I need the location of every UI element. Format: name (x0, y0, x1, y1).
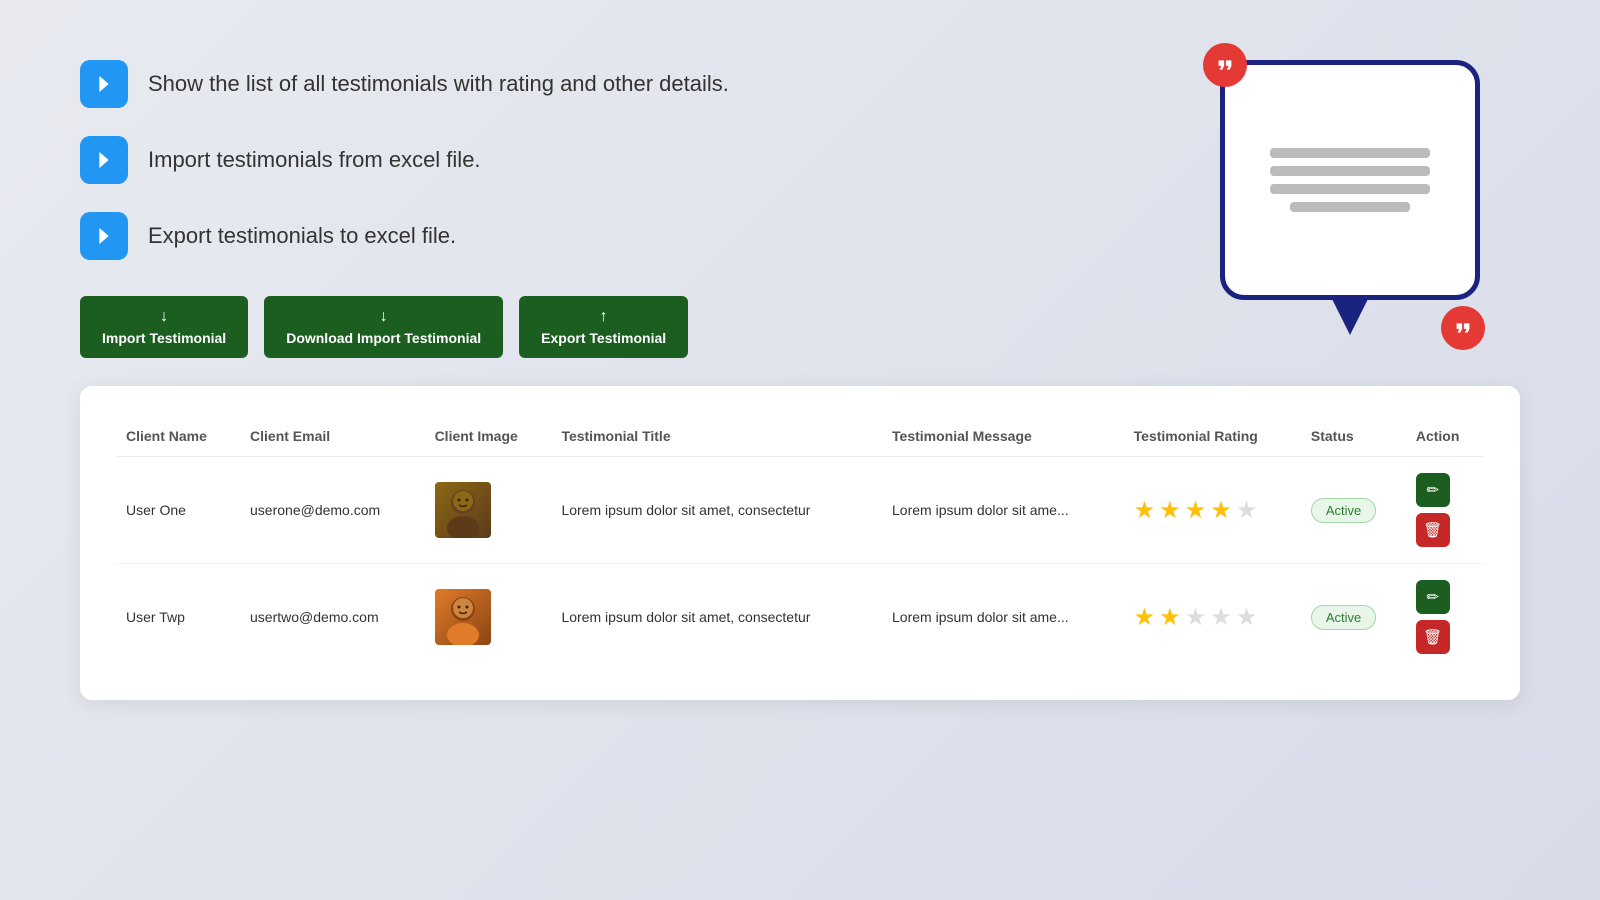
col-client-email: Client Email (240, 416, 425, 457)
status-badge-2: Active (1311, 605, 1376, 630)
bubble-line-3 (1270, 184, 1430, 194)
avatar-1 (435, 482, 491, 538)
export-label: Export Testimonial (541, 330, 666, 346)
col-client-image: Client Image (425, 416, 552, 457)
download-label: Download Import Testimonial (286, 330, 481, 346)
star-2-4: ★ (1210, 603, 1232, 632)
bubble-line-4 (1290, 202, 1410, 212)
testimonial-title-2: Lorem ipsum dolor sit amet, consectetur (551, 564, 882, 671)
feature-item-3: Export testimonials to excel file. (80, 212, 880, 260)
action-1: ✏ 🗑 (1406, 457, 1484, 564)
import-label: Import Testimonial (102, 330, 226, 346)
feature-item-2: Import testimonials from excel file. (80, 136, 880, 184)
col-status: Status (1301, 416, 1406, 457)
quote-icon-top (1214, 54, 1236, 76)
testimonial-rating-2: ★ ★ ★ ★ ★ (1124, 564, 1301, 671)
edit-button-1[interactable]: ✏ (1416, 473, 1450, 507)
import-testimonial-button[interactable]: ↓ Import Testimonial (80, 296, 248, 358)
table-body: User One userone@demo.com (116, 457, 1484, 671)
table-row: User Twp usertwo@demo.com (116, 564, 1484, 671)
star-1-1: ★ (1134, 496, 1156, 525)
status-2: Active (1301, 564, 1406, 671)
action-2: ✏ 🗑 (1406, 564, 1484, 671)
star-2-1: ★ (1134, 603, 1156, 632)
feature-text-3: Export testimonials to excel file. (148, 223, 456, 249)
star-2-3: ★ (1185, 603, 1207, 632)
feature-text-1: Show the list of all testimonials with r… (148, 71, 729, 97)
quote-icon-bottom (1452, 317, 1474, 339)
avatar-2 (435, 589, 491, 645)
arrow-right-icon (90, 70, 118, 98)
col-testimonial-message: Testimonial Message (882, 416, 1124, 457)
delete-button-2[interactable]: 🗑 (1416, 620, 1450, 654)
features-section: Show the list of all testimonials with r… (80, 60, 880, 260)
quote-dot-top (1203, 43, 1247, 87)
stars-row-1: ★ ★ ★ ★ ★ (1134, 496, 1291, 525)
col-testimonial-title: Testimonial Title (551, 416, 882, 457)
star-1-3: ★ (1185, 496, 1207, 525)
testimonial-graphic (1200, 40, 1500, 360)
user-avatar-svg-1 (435, 482, 491, 538)
user-avatar-svg-2 (435, 589, 491, 645)
col-action: Action (1406, 416, 1484, 457)
client-email-2: usertwo@demo.com (240, 564, 425, 671)
quote-dot-bottom (1441, 306, 1485, 350)
star-1-2: ★ (1159, 496, 1181, 525)
client-image-1 (425, 457, 552, 564)
table-card: Client Name Client Email Client Image Te… (80, 386, 1520, 700)
testimonial-rating-1: ★ ★ ★ ★ ★ (1124, 457, 1301, 564)
star-1-4: ★ (1210, 496, 1232, 525)
feature-text-2: Import testimonials from excel file. (148, 147, 481, 173)
action-buttons-2: ✏ 🗑 (1416, 580, 1474, 654)
header-row: Client Name Client Email Client Image Te… (116, 416, 1484, 457)
bubble-line-2 (1270, 166, 1430, 176)
arrow-right-icon-2 (90, 146, 118, 174)
feature-item-1: Show the list of all testimonials with r… (80, 60, 880, 108)
edit-button-2[interactable]: ✏ (1416, 580, 1450, 614)
download-import-testimonial-button[interactable]: ↓ Download Import Testimonial (264, 296, 503, 358)
table-header: Client Name Client Email Client Image Te… (116, 416, 1484, 457)
client-image-2 (425, 564, 552, 671)
feature-icon-box-3 (80, 212, 128, 260)
client-name-2: User Twp (116, 564, 240, 671)
testimonials-table: Client Name Client Email Client Image Te… (116, 416, 1484, 670)
col-testimonial-rating: Testimonial Rating (1124, 416, 1301, 457)
star-2-2: ★ (1159, 603, 1181, 632)
bubble-line-1 (1270, 148, 1430, 158)
client-email-1: userone@demo.com (240, 457, 425, 564)
export-icon: ↑ (600, 308, 608, 326)
stars-row-2: ★ ★ ★ ★ ★ (1134, 603, 1291, 632)
delete-button-1[interactable]: 🗑 (1416, 513, 1450, 547)
testimonial-message-2: Lorem ipsum dolor sit ame... (882, 564, 1124, 671)
feature-icon-box-1 (80, 60, 128, 108)
star-2-5: ★ (1236, 603, 1258, 632)
star-1-5: ★ (1236, 496, 1258, 525)
status-1: Active (1301, 457, 1406, 564)
export-testimonial-button[interactable]: ↑ Export Testimonial (519, 296, 688, 358)
arrow-right-icon-3 (90, 222, 118, 250)
speech-bubble (1220, 60, 1480, 300)
action-buttons-1: ✏ 🗑 (1416, 473, 1474, 547)
col-client-name: Client Name (116, 416, 240, 457)
feature-icon-box-2 (80, 136, 128, 184)
table-row: User One userone@demo.com (116, 457, 1484, 564)
testimonial-title-1: Lorem ipsum dolor sit amet, consectetur (551, 457, 882, 564)
status-badge-1: Active (1311, 498, 1376, 523)
download-icon: ↓ (380, 308, 388, 326)
testimonial-message-1: Lorem ipsum dolor sit ame... (882, 457, 1124, 564)
client-name-1: User One (116, 457, 240, 564)
import-icon: ↓ (160, 308, 168, 326)
